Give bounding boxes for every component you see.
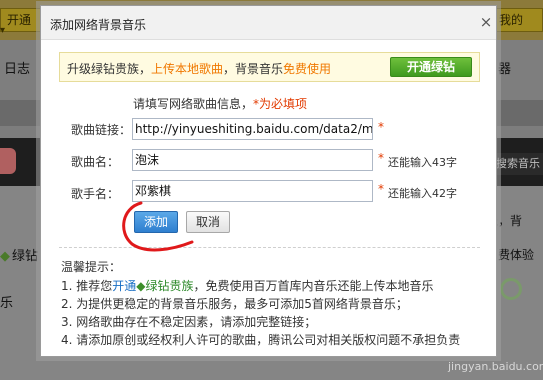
song-url-input[interactable]: http://yinyueshiting.baidu.com/data2/mus… xyxy=(132,118,373,140)
background-right-text-2: 费体验 xyxy=(498,248,535,262)
tip-1: 1. 推荐您开通◆绿钻贵族，免费使用百万首库内音乐还能上传本地音乐 xyxy=(61,277,434,294)
open-green-diamond-button[interactable]: 开通绿钻 xyxy=(390,57,472,77)
singer-label: 歌手名： xyxy=(71,187,120,201)
promo-free-link[interactable]: 免费使用 xyxy=(283,62,331,76)
dialog-header: 添加网络背景音乐 × xyxy=(41,6,496,40)
tip-2: 2. 为提供更稳定的背景音乐服务，最多可添加5首网络背景音乐； xyxy=(61,297,408,311)
green-diamond-icon: ◆ xyxy=(136,279,146,293)
background-caret-icon: ▾ xyxy=(0,25,6,36)
divider xyxy=(59,247,480,248)
song-url-required-mark: * xyxy=(378,120,384,134)
promo-prefix: 升级绿钻贵族， xyxy=(67,62,152,76)
tips-title: 温馨提示： xyxy=(61,260,122,274)
background-my-button[interactable]: 我的 xyxy=(494,8,543,32)
promo-text: 升级绿钻贵族，上传本地歌曲，背景音乐免费使用 xyxy=(67,60,331,77)
tip-1-suffix: ，免费使用百万首库内音乐还能上传本地音乐 xyxy=(193,279,434,293)
diamond-icon: ◆ xyxy=(0,249,10,264)
background-green-diamond: ◆ 绿钻 xyxy=(0,245,38,264)
background-nav-right[interactable]: 器 xyxy=(498,58,511,77)
add-button[interactable]: 添加 xyxy=(134,211,178,233)
song-name-remaining: 还能输入43字 xyxy=(388,156,457,169)
dialog-title: 添加网络背景音乐 xyxy=(50,18,147,32)
singer-remaining: 还能输入42字 xyxy=(388,187,457,200)
tip-3: 3. 网络歌曲存在不稳定因素，请添加完整链接； xyxy=(61,315,317,329)
promo-upload-link[interactable]: 上传本地歌曲 xyxy=(151,62,223,76)
background-search-music[interactable]: 搜索音乐 xyxy=(492,153,543,175)
background-nav-log[interactable]: 日志 xyxy=(4,58,30,77)
singer-input[interactable]: 邓紫棋 xyxy=(132,180,373,202)
background-circle-icon xyxy=(500,278,522,300)
tip-4: 4. 请添加原创或经权利人许可的歌曲，腾讯公司对相关版权问题不承担负责 xyxy=(61,333,461,347)
form-hint-required: *为必填项 xyxy=(253,97,308,111)
song-name-label: 歌曲名： xyxy=(71,155,120,169)
watermark: jingyan.baidu.com xyxy=(448,360,543,373)
song-name-required-mark: * xyxy=(378,151,384,165)
promo-middle: ，背景音乐 xyxy=(223,62,284,76)
cancel-button[interactable]: 取消 xyxy=(186,211,230,233)
tip-open-link[interactable]: 开通 xyxy=(112,279,136,293)
add-music-dialog: 添加网络背景音乐 × 升级绿钻贵族，上传本地歌曲，背景音乐免费使用 开通绿钻 请… xyxy=(40,5,497,357)
singer-required-mark: * xyxy=(378,182,384,196)
tip-green-diamond-link[interactable]: 绿钻贵族 xyxy=(146,279,194,293)
song-url-label: 歌曲链接： xyxy=(71,123,132,137)
form-hint-text: 请填写网络歌曲信息， xyxy=(133,97,254,111)
tip-1-prefix: 1. 推荐您 xyxy=(61,279,113,293)
close-icon[interactable]: × xyxy=(479,14,493,30)
form-hint: 请填写网络歌曲信息，*为必填项 xyxy=(133,95,307,112)
song-name-input[interactable]: 泡沫 xyxy=(132,149,373,171)
background-green-diamond-label: 绿钻 xyxy=(12,249,39,264)
background-left-text: 乐 xyxy=(0,296,14,311)
promo-banner: 升级绿钻贵族，上传本地歌曲，背景音乐免费使用 开通绿钻 xyxy=(59,52,480,82)
background-avatar xyxy=(0,148,16,174)
